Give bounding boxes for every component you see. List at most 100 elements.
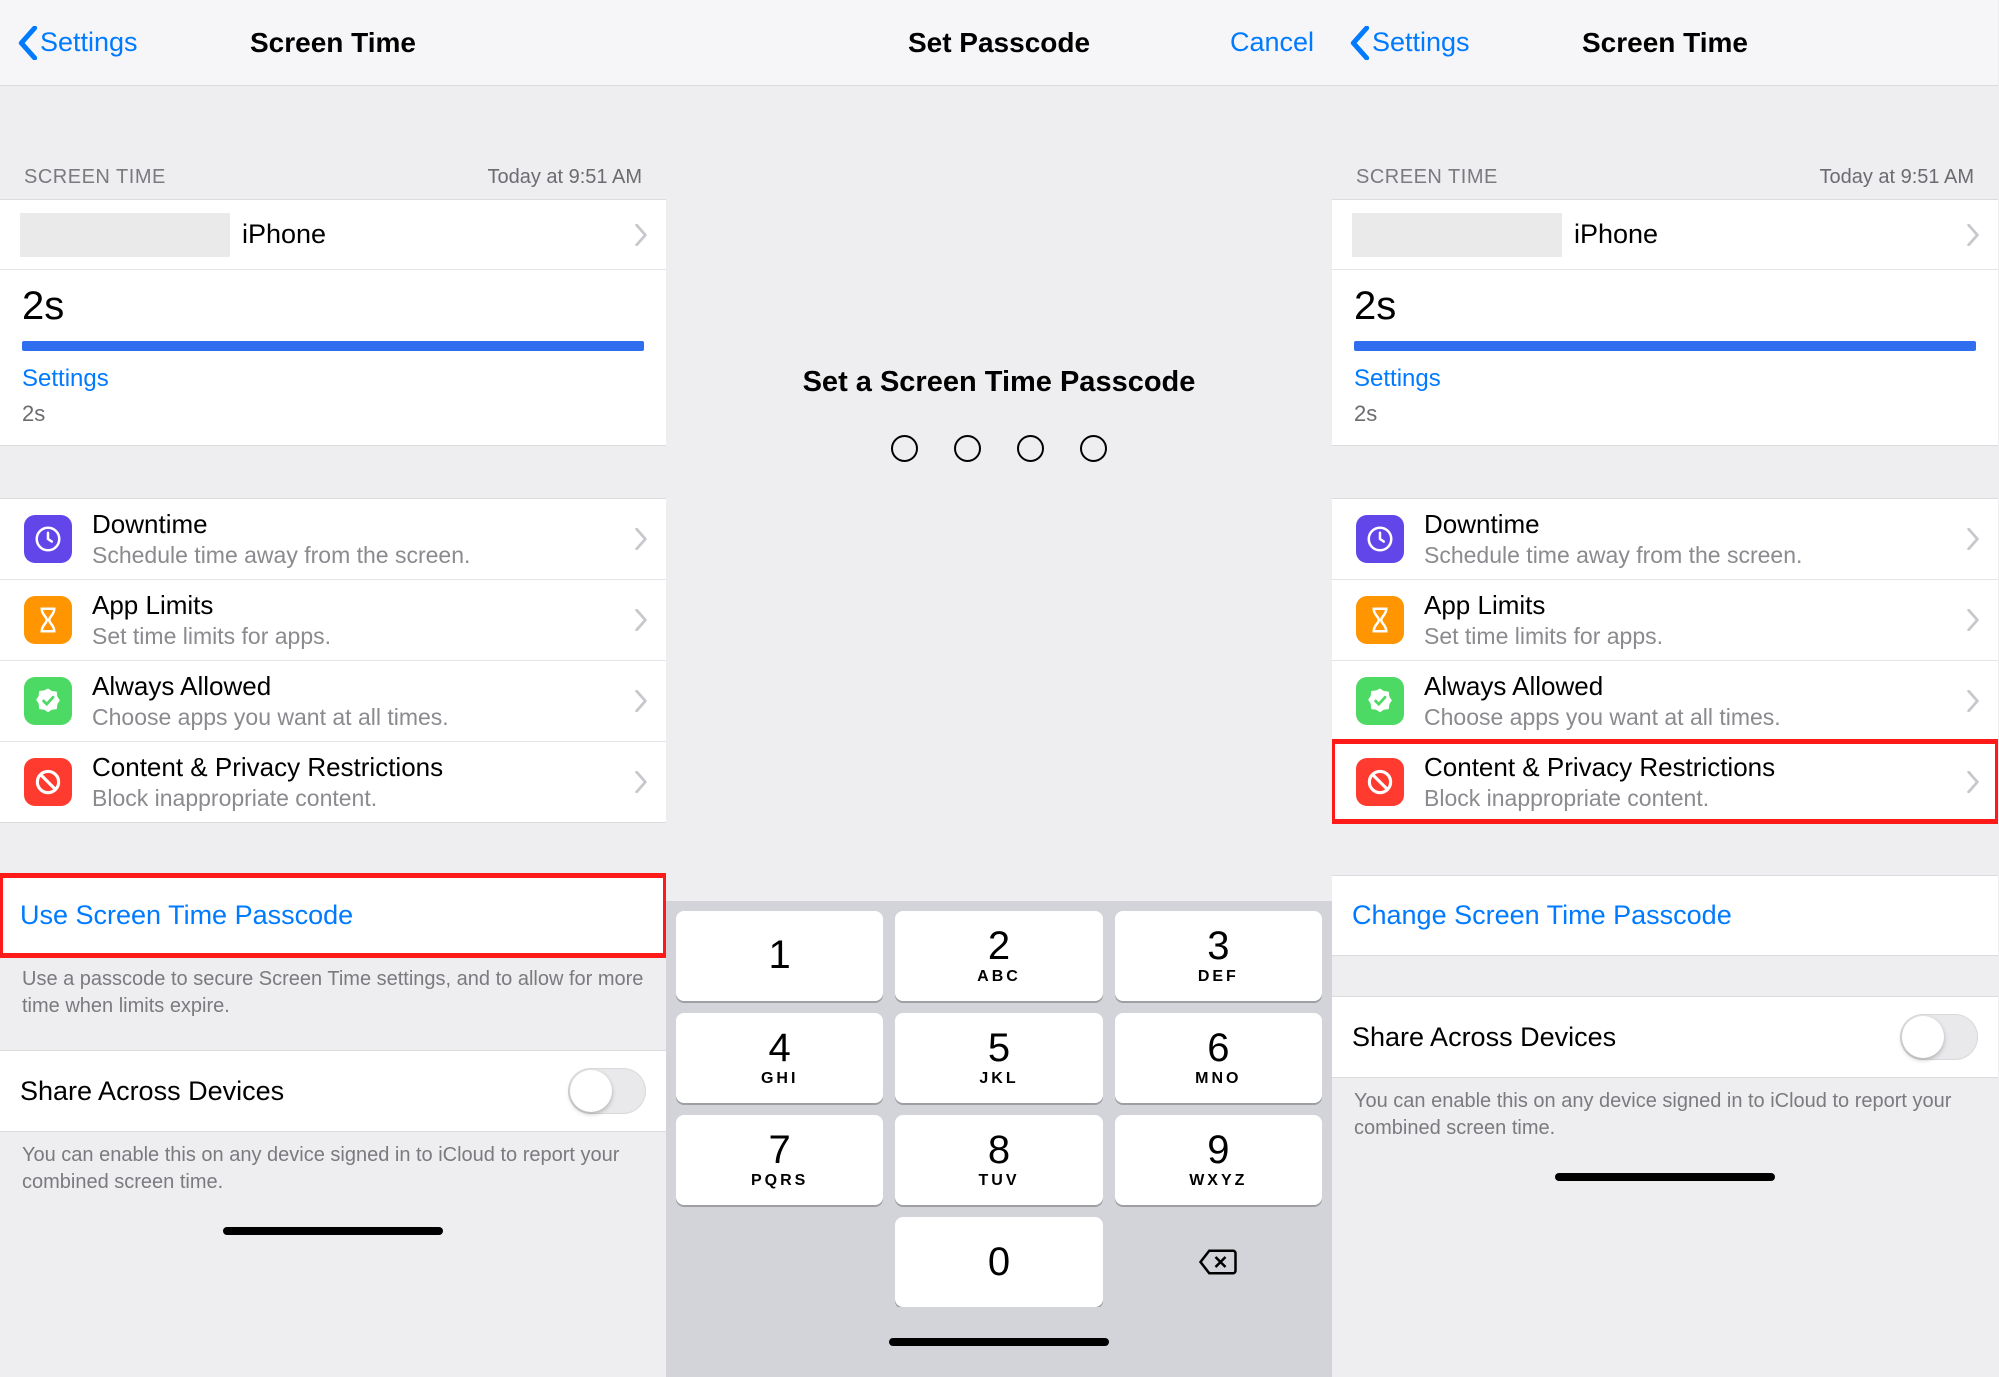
chevron-right-icon xyxy=(634,771,648,793)
key-3[interactable]: 3DEF xyxy=(1115,911,1322,1001)
option-subtitle: Choose apps you want at all times. xyxy=(1424,704,1978,731)
option-downtime[interactable]: Downtime Schedule time away from the scr… xyxy=(1332,499,1998,579)
screen-time-pane-left: Settings Screen Time SCREEN TIME Today a… xyxy=(0,0,666,1377)
clock-icon xyxy=(24,515,72,563)
passcode-dots xyxy=(666,435,1332,462)
passcode-action-card: Change Screen Time Passcode xyxy=(1332,875,1998,956)
home-indicator xyxy=(0,1196,666,1266)
screen-time-pane-right: Settings Screen Time SCREEN TIME Today a… xyxy=(1332,0,1998,1377)
passcode-dot xyxy=(954,435,981,462)
share-row[interactable]: Share Across Devices xyxy=(1332,997,1998,1077)
option-title: Always Allowed xyxy=(92,671,646,702)
action-label: Change Screen Time Passcode xyxy=(1352,900,1732,931)
share-card: Share Across Devices xyxy=(0,1050,666,1132)
options-list: Downtime Schedule time away from the scr… xyxy=(1332,498,1998,823)
usage-category-time: 2s xyxy=(22,401,644,427)
key-backspace[interactable] xyxy=(1115,1217,1322,1307)
device-name: iPhone xyxy=(1574,219,1658,250)
share-toggle[interactable] xyxy=(568,1068,646,1114)
passcode-dot xyxy=(1080,435,1107,462)
usage-row: 2s Settings 2s xyxy=(1332,270,1998,445)
chevron-right-icon xyxy=(1966,224,1980,246)
share-label: Share Across Devices xyxy=(1352,1022,1616,1053)
option-title: Always Allowed xyxy=(1424,671,1978,702)
chevron-right-icon xyxy=(634,224,648,246)
section-label: SCREEN TIME xyxy=(24,166,166,189)
numeric-keypad: 1 2ABC 3DEF 4GHI 5JKL 6MNO 7PQRS 8TUV 9W… xyxy=(666,901,1332,1307)
key-9[interactable]: 9WXYZ xyxy=(1115,1115,1322,1205)
passcode-heading: Set a Screen Time Passcode xyxy=(666,366,1332,399)
section-header: SCREEN TIME Today at 9:51 AM xyxy=(0,86,666,199)
key-1[interactable]: 1 xyxy=(676,911,883,1001)
change-passcode-button[interactable]: Change Screen Time Passcode xyxy=(1332,876,1998,955)
check-badge-icon xyxy=(24,677,72,725)
section-label: SCREEN TIME xyxy=(1356,166,1498,189)
passcode-footer: Use a passcode to secure Screen Time set… xyxy=(0,956,666,1020)
share-row[interactable]: Share Across Devices xyxy=(0,1051,666,1131)
option-app-limits[interactable]: App Limits Set time limits for apps. xyxy=(1332,579,1998,660)
back-label: Settings xyxy=(40,27,138,58)
usage-card[interactable]: iPhone 2s Settings 2s xyxy=(1332,199,1998,446)
option-subtitle: Block inappropriate content. xyxy=(1424,785,1978,812)
passcode-dot xyxy=(1017,435,1044,462)
action-label: Use Screen Time Passcode xyxy=(20,900,353,931)
chevron-left-icon xyxy=(1350,26,1370,60)
check-badge-icon xyxy=(1356,677,1404,725)
back-button[interactable]: Settings xyxy=(18,26,138,60)
chevron-right-icon xyxy=(634,690,648,712)
option-downtime[interactable]: Downtime Schedule time away from the scr… xyxy=(0,499,666,579)
page-title: Screen Time xyxy=(1582,27,1748,59)
back-label: Settings xyxy=(1372,27,1470,58)
usage-category-time: 2s xyxy=(1354,401,1976,427)
option-title: App Limits xyxy=(92,590,646,621)
key-6[interactable]: 6MNO xyxy=(1115,1013,1322,1103)
chevron-right-icon xyxy=(1966,690,1980,712)
usage-card[interactable]: iPhone 2s Settings 2s xyxy=(0,199,666,446)
key-0[interactable]: 0 xyxy=(895,1217,1102,1307)
device-row[interactable]: iPhone xyxy=(1332,200,1998,270)
share-toggle[interactable] xyxy=(1900,1014,1978,1060)
chevron-right-icon xyxy=(634,528,648,550)
key-2[interactable]: 2ABC xyxy=(895,911,1102,1001)
share-footer: You can enable this on any device signed… xyxy=(1332,1078,1998,1142)
chevron-right-icon xyxy=(1966,528,1980,550)
no-entry-icon xyxy=(1356,758,1404,806)
option-content-privacy[interactable]: Content & Privacy Restrictions Block ina… xyxy=(0,741,666,822)
passcode-action-card: Use Screen Time Passcode xyxy=(0,875,666,956)
option-always-allowed[interactable]: Always Allowed Choose apps you want at a… xyxy=(1332,660,1998,741)
chevron-right-icon xyxy=(1966,609,1980,631)
home-indicator xyxy=(666,1307,1332,1377)
key-blank xyxy=(676,1217,883,1307)
chevron-right-icon xyxy=(1966,771,1980,793)
key-4[interactable]: 4GHI xyxy=(676,1013,883,1103)
key-8[interactable]: 8TUV xyxy=(895,1115,1102,1205)
option-title: Downtime xyxy=(1424,509,1978,540)
device-row[interactable]: iPhone xyxy=(0,200,666,270)
device-thumb xyxy=(20,213,230,257)
set-passcode-pane: Set Passcode Cancel Set a Screen Time Pa… xyxy=(666,0,1332,1377)
navbar: Settings Screen Time xyxy=(1332,0,1998,86)
option-content-privacy[interactable]: Content & Privacy Restrictions Block ina… xyxy=(1332,741,1998,822)
key-7[interactable]: 7PQRS xyxy=(676,1115,883,1205)
section-timestamp: Today at 9:51 AM xyxy=(487,166,642,189)
use-passcode-button[interactable]: Use Screen Time Passcode xyxy=(0,876,666,955)
backspace-icon xyxy=(1198,1247,1238,1277)
hourglass-icon xyxy=(24,596,72,644)
navbar: Settings Screen Time xyxy=(0,0,666,86)
hourglass-icon xyxy=(1356,596,1404,644)
option-subtitle: Schedule time away from the screen. xyxy=(92,542,646,569)
usage-duration: 2s xyxy=(1354,284,1976,329)
option-app-limits[interactable]: App Limits Set time limits for apps. xyxy=(0,579,666,660)
cancel-button[interactable]: Cancel xyxy=(1230,27,1314,58)
key-5[interactable]: 5JKL xyxy=(895,1013,1102,1103)
option-title: App Limits xyxy=(1424,590,1978,621)
page-title: Screen Time xyxy=(250,27,416,59)
device-thumb xyxy=(1352,213,1562,257)
option-subtitle: Choose apps you want at all times. xyxy=(92,704,646,731)
share-label: Share Across Devices xyxy=(20,1076,284,1107)
usage-bar xyxy=(1354,341,1976,351)
option-title: Content & Privacy Restrictions xyxy=(1424,752,1978,783)
option-subtitle: Set time limits for apps. xyxy=(1424,623,1978,650)
back-button[interactable]: Settings xyxy=(1350,26,1470,60)
option-always-allowed[interactable]: Always Allowed Choose apps you want at a… xyxy=(0,660,666,741)
